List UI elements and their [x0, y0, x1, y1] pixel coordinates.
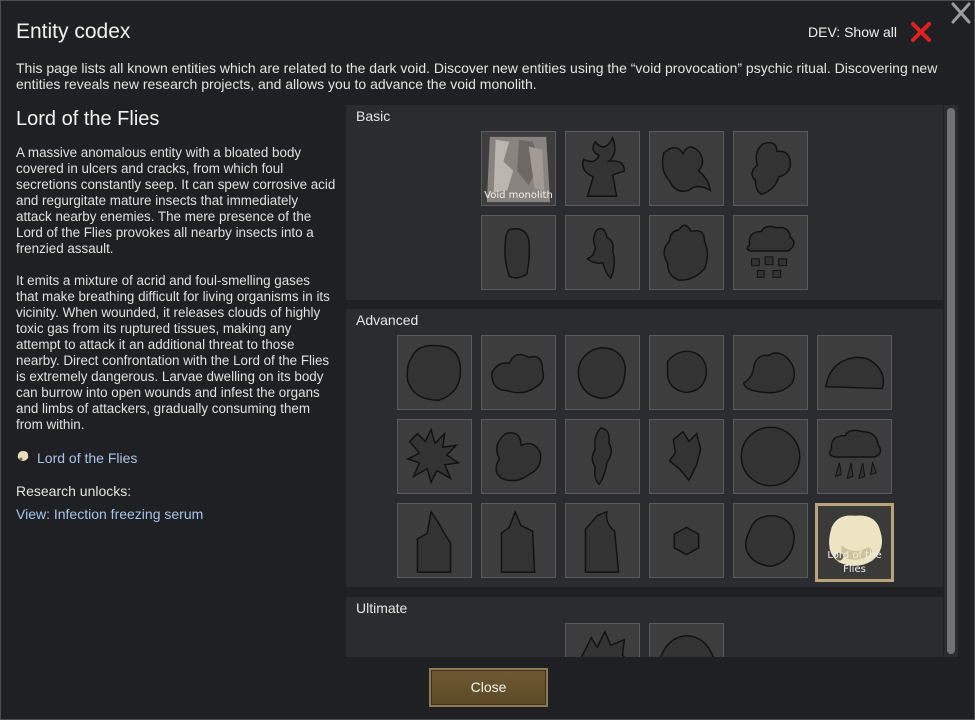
- blob-icon: [406, 344, 462, 401]
- devourer-icon: [824, 356, 885, 390]
- entity-cell-lord-of-the-flies[interactable]: Lord of the Flies: [815, 503, 894, 582]
- void-monolith-label: Void monolith: [484, 190, 553, 201]
- sphere-icon: [666, 350, 708, 394]
- entity-cell-advanced-7[interactable]: [397, 419, 472, 494]
- entity-cell-advanced-12[interactable]: [817, 419, 892, 494]
- fleshbulb-icon: [504, 228, 531, 279]
- entity-name: Lord of the Flies: [16, 108, 160, 130]
- section-basic-title: Basic: [356, 108, 391, 124]
- scrollbar-thumb[interactable]: [947, 108, 955, 654]
- crawler-icon: [661, 146, 712, 192]
- entity-cell-void-monolith[interactable]: Void monolith: [481, 131, 556, 206]
- research-unlocks-label: Research unlocks:: [16, 483, 132, 499]
- entity-cell-advanced-4[interactable]: [649, 335, 724, 410]
- section-ultimate-title: Ultimate: [356, 600, 408, 616]
- entity-cell-advanced-15[interactable]: [565, 503, 640, 578]
- section-basic: Basic Void monolith: [346, 105, 943, 300]
- orb-icon: [740, 426, 801, 487]
- entity-cell-basic-5[interactable]: [481, 215, 556, 290]
- entity-link-label: Lord of the Flies: [37, 449, 138, 466]
- entity-cell-advanced-13[interactable]: [397, 503, 472, 578]
- section-ultimate: Ultimate: [346, 597, 943, 657]
- entity-cell-advanced-8[interactable]: [481, 419, 556, 494]
- dev-show-all-toggle-icon[interactable]: [910, 21, 932, 43]
- intro-text: This page lists all known entities which…: [16, 60, 938, 92]
- dome-icon: [660, 634, 714, 657]
- entity-cell-advanced-9[interactable]: [565, 419, 640, 494]
- entity-cell-advanced-14[interactable]: [481, 503, 556, 578]
- fly-icon: [16, 449, 30, 466]
- sightstealer-icon: [586, 227, 616, 280]
- scrollbar[interactable]: [944, 105, 958, 657]
- entity-link[interactable]: Lord of the Flies: [16, 449, 336, 466]
- entity-cell-advanced-10[interactable]: [649, 419, 724, 494]
- entity-cell-advanced-17[interactable]: [733, 503, 808, 578]
- gorehulk-icon: [663, 224, 709, 281]
- chimera-icon: [491, 353, 545, 394]
- entity-cell-basic-2[interactable]: [565, 131, 640, 206]
- section-advanced-title: Advanced: [356, 312, 419, 328]
- entity-cell-advanced-16[interactable]: [649, 503, 724, 578]
- section-advanced: Advanced Lord of the Flies: [346, 309, 943, 587]
- metalhorror-icon: [580, 630, 626, 657]
- entity-cell-advanced-11[interactable]: [733, 419, 808, 494]
- entity-cell-basic-8[interactable]: [733, 215, 808, 290]
- spire-icon-2: [500, 509, 536, 573]
- noctol-icon: [495, 432, 542, 482]
- spire-icon-3: [584, 510, 620, 573]
- entity-grid-panel: Basic Void monolith Advanced Lord of the…: [346, 105, 960, 657]
- entity-cell-basic-3[interactable]: [649, 131, 724, 206]
- entity-cell-advanced-3[interactable]: [565, 335, 640, 410]
- close-button[interactable]: Close: [429, 668, 548, 707]
- entity-cell-basic-7[interactable]: [649, 215, 724, 290]
- close-window-icon[interactable]: [950, 1, 972, 25]
- spiky-icon: [405, 427, 461, 485]
- spire-icon: [416, 509, 452, 573]
- harbinger-icon: [743, 352, 796, 394]
- tree-creature-icon: [581, 136, 626, 197]
- entity-cell-basic-4[interactable]: [733, 131, 808, 206]
- entity-cell-advanced-2[interactable]: [481, 335, 556, 410]
- entity-cell-advanced-5[interactable]: [733, 335, 808, 410]
- lord-of-the-flies-label: Lord of the Flies: [827, 550, 882, 575]
- egg-icon: [744, 514, 796, 568]
- flesh-beast-icon: [751, 141, 792, 196]
- gas-cloud-icon: [746, 225, 795, 278]
- entity-description-1: A massive anomalous entity with a bloate…: [16, 145, 336, 256]
- entity-cell-ultimate-1[interactable]: [565, 623, 640, 657]
- window-title: Entity codex: [16, 20, 131, 43]
- entity-cell-advanced-6[interactable]: [817, 335, 892, 410]
- entity-description-2: It emits a mixture of acrid and foul-sme…: [16, 273, 330, 432]
- dev-show-all-label: DEV: Show all: [808, 24, 897, 40]
- entity-cell-basic-6[interactable]: [565, 215, 640, 290]
- entity-cell-ultimate-2[interactable]: [649, 623, 724, 657]
- revenant-icon: [591, 426, 613, 486]
- rain-cloud-icon: [828, 429, 882, 480]
- research-link[interactable]: View: Infection freezing serum: [16, 506, 336, 522]
- entity-detail-pane: Lord of the Flies A massive anomalous en…: [16, 108, 336, 522]
- shambler-icon: [668, 430, 702, 482]
- hexagon-icon: [673, 526, 700, 556]
- fleshmass-icon: [577, 347, 626, 400]
- entity-codex-window: Entity codex DEV: Show all This page lis…: [0, 0, 975, 720]
- entity-cell-advanced-1[interactable]: [397, 335, 472, 410]
